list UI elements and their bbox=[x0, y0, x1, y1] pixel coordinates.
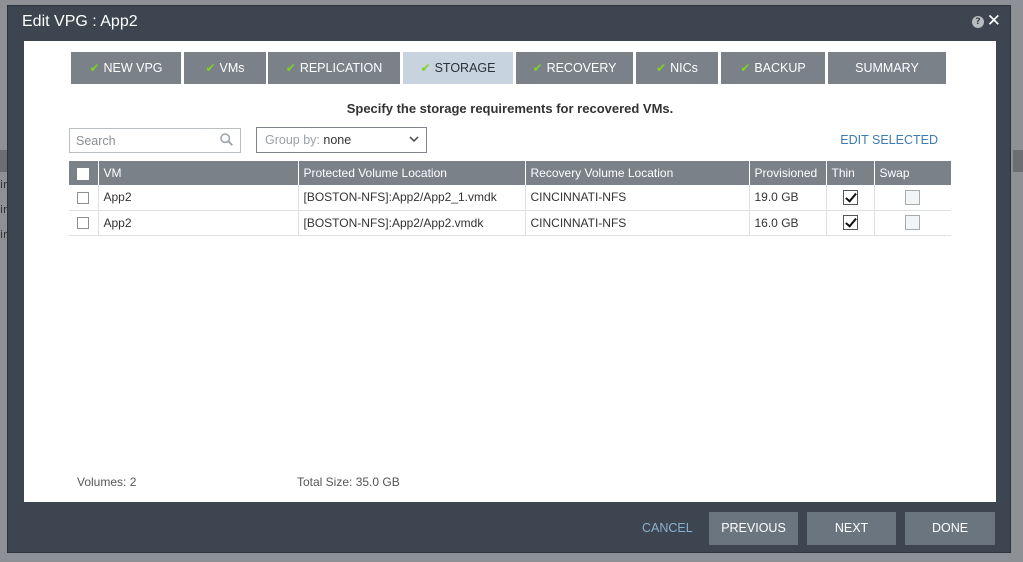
provisioned-cell: 16.0 GB bbox=[749, 210, 827, 236]
row-select-cell bbox=[69, 185, 99, 211]
check-icon: ✔ bbox=[740, 61, 751, 75]
swap-cell bbox=[874, 185, 951, 211]
tab-label: NICs bbox=[670, 61, 698, 75]
tab-vms[interactable]: ✔ VMs bbox=[184, 52, 266, 84]
tab-recovery[interactable]: ✔ RECOVERY bbox=[516, 52, 633, 84]
storage-table: VM Protected Volume Location Recovery Vo… bbox=[69, 161, 951, 236]
cancel-button[interactable]: CANCEL bbox=[642, 521, 693, 535]
close-icon[interactable]: ✕ bbox=[987, 12, 1001, 30]
volumes-count: Volumes: 2 bbox=[77, 475, 137, 489]
check-icon: ✔ bbox=[205, 61, 216, 75]
swap-cell bbox=[874, 210, 951, 236]
next-button[interactable]: NEXT bbox=[807, 512, 896, 545]
column-header-swap[interactable]: Swap bbox=[874, 161, 951, 185]
previous-button[interactable]: PREVIOUS bbox=[709, 512, 798, 545]
group-by-select[interactable]: Group by: none bbox=[256, 127, 427, 153]
column-header-recovery[interactable]: Recovery Volume Location bbox=[525, 161, 750, 185]
table-row[interactable]: App2 [BOSTON-NFS]:App2/App2.vmdk CINCINN… bbox=[69, 210, 951, 236]
recovery-location-cell: CINCINNATI-NFS bbox=[525, 185, 750, 211]
check-icon: ✔ bbox=[285, 61, 296, 75]
column-header-protected[interactable]: Protected Volume Location bbox=[298, 161, 526, 185]
tab-replication[interactable]: ✔ REPLICATION bbox=[268, 52, 400, 84]
check-icon: ✔ bbox=[532, 61, 543, 75]
done-button[interactable]: DONE bbox=[905, 512, 995, 545]
swap-checkbox[interactable] bbox=[905, 215, 921, 231]
tab-label: RECOVERY bbox=[546, 61, 617, 75]
column-header-provisioned[interactable]: Provisioned bbox=[749, 161, 827, 185]
recovery-location-cell: CINCINNATI-NFS bbox=[525, 210, 750, 236]
tab-label: VMs bbox=[219, 61, 245, 75]
page-subtitle: Specify the storage requirements for rec… bbox=[346, 101, 674, 116]
tab-nics[interactable]: ✔ NICs bbox=[636, 52, 718, 84]
thin-cell bbox=[826, 210, 875, 236]
thin-checkbox[interactable] bbox=[842, 215, 858, 231]
help-icon[interactable]: ? bbox=[972, 16, 984, 28]
row-select-cell bbox=[69, 210, 99, 236]
dialog-title: Edit VPG : App2 bbox=[22, 13, 138, 30]
provisioned-cell: 19.0 GB bbox=[749, 185, 827, 211]
tab-label: BACKUP bbox=[754, 61, 806, 75]
tab-summary[interactable]: SUMMARY bbox=[828, 52, 946, 84]
tab-label: REPLICATION bbox=[299, 61, 383, 75]
protected-location-cell: [BOSTON-NFS]:App2/App2_1.vmdk bbox=[298, 185, 526, 211]
check-icon: ✔ bbox=[89, 61, 100, 75]
vm-cell: App2 bbox=[98, 185, 299, 211]
edit-selected-link[interactable]: EDIT SELECTED bbox=[840, 133, 938, 147]
tab-backup[interactable]: ✔ BACKUP bbox=[721, 52, 825, 84]
background-bar-right bbox=[1013, 150, 1023, 172]
group-by-value: none bbox=[323, 133, 352, 147]
dialog-titlebar: Edit VPG : App2 ? ✕ bbox=[8, 6, 1010, 40]
check-icon: ✔ bbox=[656, 61, 667, 75]
protected-location-cell: [BOSTON-NFS]:App2/App2.vmdk bbox=[298, 210, 526, 236]
group-by-label: Group by: bbox=[265, 133, 320, 147]
tab-storage[interactable]: ✔ STORAGE bbox=[403, 52, 513, 84]
tab-label: SUMMARY bbox=[855, 61, 919, 75]
swap-checkbox[interactable] bbox=[905, 189, 921, 205]
edit-vpg-dialog: Edit VPG : App2 ? ✕ ✔ NEW VPG ✔ VMs ✔ REPLI… bbox=[7, 5, 1011, 553]
table-row[interactable]: App2 [BOSTON-NFS]:App2/App2_1.vmdk CINCI… bbox=[69, 185, 951, 211]
chevron-down-icon bbox=[409, 136, 419, 143]
vm-cell: App2 bbox=[98, 210, 299, 236]
dialog-content: ✔ NEW VPG ✔ VMs ✔ REPLICATION ✔ STORAGE ✔ REC… bbox=[24, 41, 996, 502]
row-checkbox[interactable] bbox=[77, 217, 90, 230]
search-box bbox=[69, 128, 241, 153]
thin-cell bbox=[826, 185, 875, 211]
total-size: Total Size: 35.0 GB bbox=[297, 475, 400, 489]
tab-new-vpg[interactable]: ✔ NEW VPG bbox=[71, 52, 181, 84]
thin-checkbox[interactable] bbox=[842, 189, 858, 205]
table-header-row: VM Protected Volume Location Recovery Vo… bbox=[69, 161, 951, 185]
tab-label: STORAGE bbox=[434, 61, 496, 75]
search-input[interactable] bbox=[70, 129, 210, 152]
row-checkbox[interactable] bbox=[77, 192, 90, 205]
check-icon: ✔ bbox=[420, 61, 431, 75]
column-header-vm[interactable]: VM bbox=[98, 161, 299, 185]
select-all-checkbox[interactable] bbox=[77, 167, 90, 180]
select-all-header bbox=[69, 161, 99, 185]
column-header-thin[interactable]: Thin bbox=[826, 161, 875, 185]
tab-label: NEW VPG bbox=[103, 61, 163, 75]
search-icon[interactable] bbox=[220, 133, 233, 146]
